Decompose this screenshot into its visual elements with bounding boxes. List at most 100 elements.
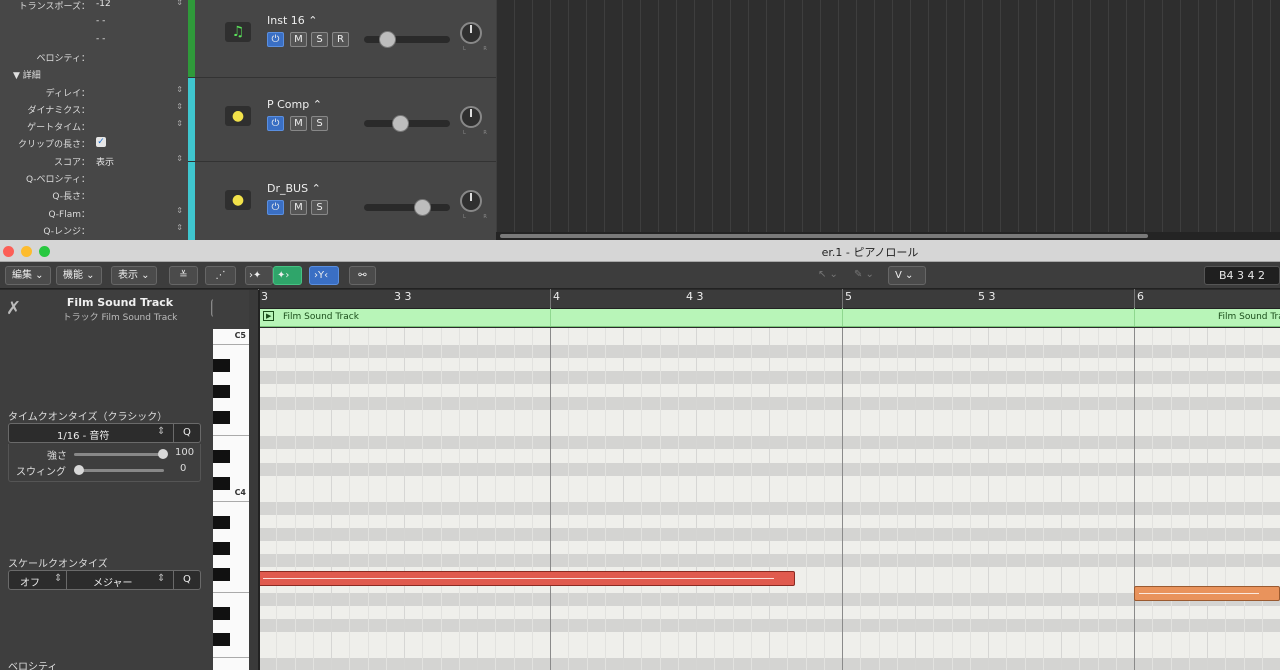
scale-quantize-q-button[interactable]: Q — [183, 574, 191, 585]
region-header[interactable]: ▶ Film Sound Track Film Sound Track — [258, 308, 1280, 327]
updown-icon[interactable]: ⇕ — [176, 206, 183, 215]
updown-icon[interactable]: ⇕ — [176, 85, 183, 94]
black-key[interactable] — [213, 476, 230, 490]
grid-line — [568, 328, 570, 670]
black-key[interactable] — [213, 541, 230, 555]
tool-v-menu[interactable]: V ⌄ — [888, 266, 926, 285]
swing-knob[interactable] — [74, 465, 84, 475]
track-header[interactable]: ● Dr_BUS ⌃ ⏻ M S L R — [188, 162, 496, 246]
pan-knob[interactable] — [460, 106, 482, 128]
inspector-row: Q-Flam： ⇕ — [0, 204, 188, 221]
black-key[interactable] — [213, 515, 230, 529]
inspector-label: ディレイ： — [45, 88, 90, 99]
black-key[interactable] — [213, 411, 230, 425]
black-key[interactable] — [213, 607, 230, 621]
black-key[interactable] — [213, 359, 230, 373]
track-name[interactable]: Inst 16 ⌃ — [267, 14, 317, 27]
swing-value: 0 — [180, 463, 187, 474]
inspector-row: - - — [0, 31, 188, 48]
fader-knob[interactable] — [391, 115, 409, 132]
pan-lr-label: L R — [463, 46, 495, 52]
updown-icon[interactable]: ⇕ — [176, 154, 183, 163]
section-header[interactable]: ▼ 詳細 — [13, 68, 41, 81]
track-r-button[interactable]: R — [332, 32, 349, 47]
inspector-value[interactable]: - - — [96, 34, 105, 44]
inspector-label: ベロシティ： — [36, 53, 90, 64]
track-name[interactable]: P Comp ⌃ — [267, 98, 322, 111]
scale-quantize-select[interactable]: オフ ⇕ メジャー ⇕ Q — [8, 570, 201, 590]
time-quantize-q-button[interactable]: Q — [183, 427, 191, 438]
track-instrument-icon: ♫ — [225, 22, 251, 42]
power-icon[interactable]: ⏻ — [267, 32, 284, 47]
power-icon[interactable]: ⏻ — [267, 116, 284, 131]
edit-menu[interactable]: 編集 ⌄ — [5, 266, 51, 285]
arrange-grid[interactable] — [496, 0, 1280, 236]
region-name: Film Sound Track — [66, 296, 174, 309]
updown-icon[interactable]: ⇕ — [176, 0, 183, 7]
track-header[interactable]: ● P Comp ⌃ ⏻ M S L R — [188, 78, 496, 162]
beat-line — [988, 328, 989, 670]
horizontal-scrollbar[interactable] — [496, 232, 1280, 240]
catch-icon[interactable]: ›✦ — [245, 266, 273, 285]
track-name[interactable]: Dr_BUS ⌃ — [267, 182, 321, 195]
scale-type-value: メジャー — [93, 578, 133, 589]
inspector-value[interactable]: - - — [96, 16, 105, 26]
pointer-tool-icon[interactable]: ↖ ⌄ — [812, 266, 844, 285]
updown-icon[interactable]: ⇕ — [176, 223, 183, 232]
track-s-button[interactable]: S — [311, 116, 328, 131]
black-key[interactable] — [213, 567, 230, 581]
black-key[interactable] — [213, 385, 230, 399]
grid-line — [714, 328, 716, 670]
track-m-button[interactable]: M — [290, 32, 307, 47]
inspector-value[interactable]: 表示 — [96, 155, 114, 168]
function-menu[interactable]: 機能 ⌄ — [56, 266, 102, 285]
power-icon[interactable]: ⏻ — [267, 200, 284, 215]
beat-line — [769, 328, 770, 670]
volume-fader[interactable] — [364, 31, 450, 48]
grid-line — [1261, 328, 1263, 670]
midi-in-icon[interactable]: ≚ — [169, 266, 198, 285]
bar-ruler[interactable]: 3 3 3 4 4 3 5 5 3 6 — [258, 289, 1280, 309]
grid-line — [787, 328, 789, 670]
pan-knob[interactable] — [460, 22, 482, 44]
volume-fader[interactable] — [364, 115, 450, 132]
strength-knob[interactable] — [158, 449, 168, 459]
scroll-thumb[interactable] — [500, 234, 1148, 238]
midi-note[interactable] — [258, 570, 796, 586]
track-m-button[interactable]: M — [290, 200, 307, 215]
updown-icon[interactable]: ⇕ — [176, 119, 183, 128]
link-icon[interactable]: ⋰ — [205, 266, 236, 285]
key-divider — [213, 344, 249, 346]
volume-fader[interactable] — [364, 199, 450, 216]
piano-keyboard[interactable]: C5 C4 — [213, 329, 249, 670]
inspector-value[interactable]: -12 — [96, 0, 111, 9]
black-key[interactable] — [213, 633, 230, 647]
fader-knob[interactable] — [379, 31, 397, 48]
fader-knob[interactable] — [413, 199, 431, 216]
pencil-tool-icon[interactable]: ✎ ⌄ — [848, 266, 880, 285]
playhead[interactable] — [258, 290, 260, 670]
strength-slider[interactable] — [74, 449, 168, 459]
grid-line — [878, 328, 880, 670]
swing-slider[interactable] — [74, 465, 164, 475]
chain-icon[interactable]: ⚯ — [349, 266, 376, 285]
grid-line — [823, 328, 825, 670]
grid-line — [1079, 328, 1081, 670]
time-quantize-select[interactable]: 1/16 - 音符 ⇕ Q — [8, 423, 201, 443]
pan-knob[interactable] — [460, 190, 482, 212]
checkbox[interactable]: ✓ — [96, 137, 106, 148]
note-grid[interactable] — [258, 328, 1280, 670]
midi-out-icon[interactable]: ✦› — [273, 266, 302, 285]
inspector-label: Q-ベロシティ： — [25, 175, 90, 185]
midi-note[interactable] — [1134, 586, 1280, 601]
flex-icon[interactable]: ›Y‹ — [309, 266, 339, 285]
track-header[interactable]: ♫ Inst 16 ⌃ ⏻ M S R L R — [188, 0, 496, 78]
updown-icon[interactable]: ⇕ — [176, 102, 183, 111]
view-menu[interactable]: 表示 ⌄ — [111, 266, 157, 285]
black-key[interactable] — [213, 450, 230, 464]
inspector-row: ダイナミクス： ⇕ — [0, 100, 188, 117]
track-m-button[interactable]: M — [290, 116, 307, 131]
track-s-button[interactable]: S — [311, 200, 328, 215]
track-s-button[interactable]: S — [311, 32, 328, 47]
key-divider — [213, 592, 249, 593]
